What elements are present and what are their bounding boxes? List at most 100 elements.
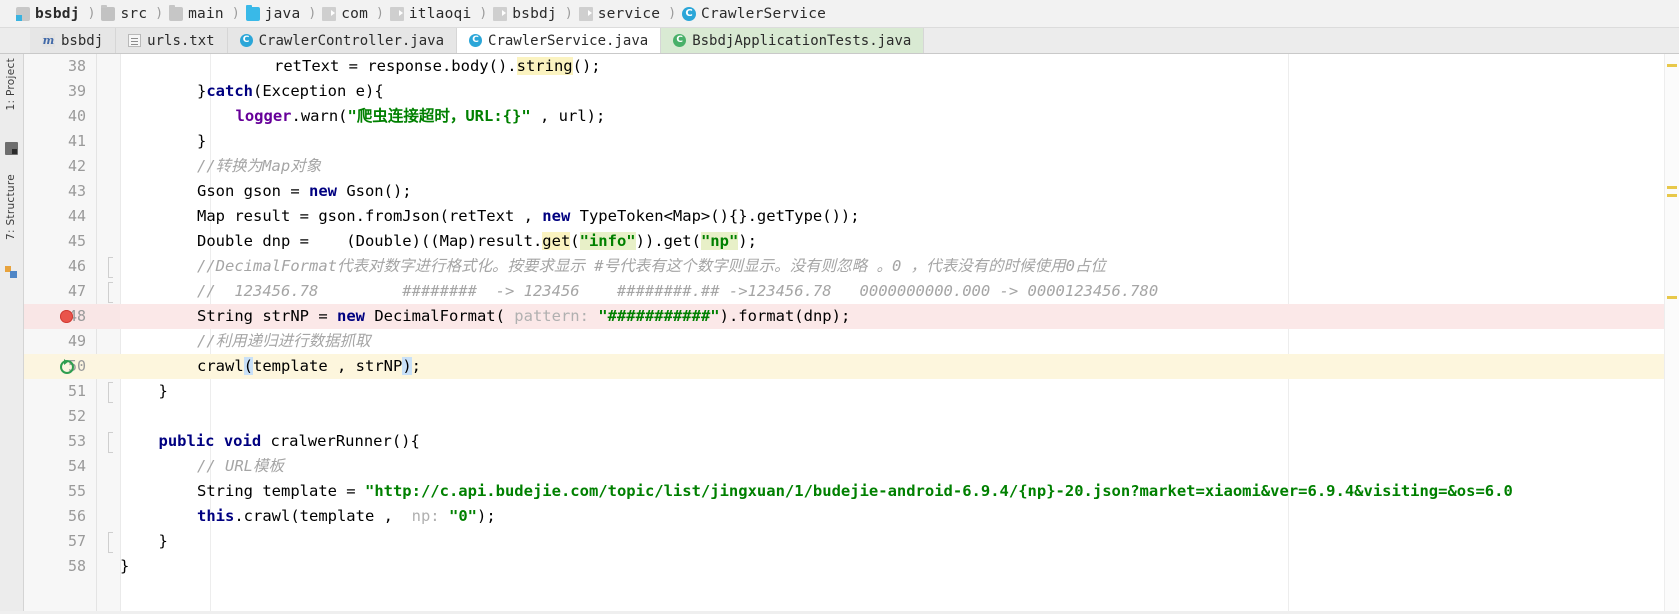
error-stripe[interactable] bbox=[1664, 54, 1679, 614]
code-line[interactable]: 46 //DecimalFormat代表对数字进行格式化。按要求显示 #号代表有这… bbox=[24, 254, 1679, 279]
project-icon bbox=[5, 142, 18, 155]
breadcrumb-item-label: bsbdj bbox=[35, 5, 80, 22]
tab-urls-txt[interactable]: urls.txt bbox=[116, 28, 228, 53]
code-text: }catch(Exception e){ bbox=[197, 82, 384, 100]
line-number: 41 bbox=[67, 132, 86, 150]
line-number: 54 bbox=[67, 457, 86, 475]
java-class-icon bbox=[239, 34, 253, 47]
line-number: 51 bbox=[67, 382, 86, 400]
breadcrumb-separator: ) bbox=[87, 6, 96, 21]
line-number: 56 bbox=[67, 507, 86, 525]
java-test-icon bbox=[673, 34, 687, 47]
code-text: //利用递归进行数据抓取 bbox=[197, 332, 371, 350]
breadcrumb-item-crawlerservice[interactable]: CrawlerService bbox=[678, 3, 832, 25]
java-class-icon bbox=[682, 6, 697, 21]
line-number: 55 bbox=[67, 482, 86, 500]
code-line[interactable]: 45 Double dnp = (Double)((Map)result.get(… bbox=[24, 229, 1679, 254]
line-number: 48 bbox=[67, 307, 86, 325]
code-line[interactable]: 50 crawl(template , strNP); bbox=[24, 354, 1679, 379]
tab-label: CrawlerController.java bbox=[258, 32, 445, 49]
tab-bsbdj[interactable]: bsbdj bbox=[30, 28, 117, 53]
breakpoint-icon[interactable] bbox=[60, 310, 73, 323]
java-class-icon bbox=[469, 34, 483, 47]
breadcrumb-separator: ) bbox=[231, 6, 240, 21]
code-line[interactable]: 49 //利用递归进行数据抓取 bbox=[24, 329, 1679, 354]
tab-bsbdjapplicationtests-java[interactable]: BsbdjApplicationTests.java bbox=[661, 28, 925, 53]
code-text: Double dnp = (Double)((Map)result.get("i… bbox=[197, 232, 757, 250]
code-text: String strNP = new DecimalFormat( patter… bbox=[197, 307, 851, 325]
code-line[interactable]: 58} bbox=[24, 554, 1679, 579]
code-line[interactable]: 41} bbox=[24, 129, 1679, 154]
breadcrumb-item-module[interactable]: bsbdj bbox=[12, 3, 86, 25]
line-number: 43 bbox=[67, 182, 86, 200]
tab-crawlerservice-java[interactable]: CrawlerService.java bbox=[457, 28, 662, 53]
line-number: 39 bbox=[67, 82, 86, 100]
code-text: retText = response.body().string(); bbox=[274, 57, 601, 75]
fold-handle-icon[interactable] bbox=[106, 379, 113, 404]
code-editor[interactable]: 38 retText = response.body().string(); 39}… bbox=[24, 54, 1679, 614]
breadcrumb-item-com[interactable]: com bbox=[318, 3, 374, 25]
line-number: 42 bbox=[67, 157, 86, 175]
breadcrumb-item-main[interactable]: main bbox=[165, 3, 230, 25]
breadcrumb-separator: ) bbox=[479, 6, 488, 21]
fold-handle-icon[interactable] bbox=[106, 529, 113, 554]
line-number: 47 bbox=[67, 282, 86, 300]
line-number: 38 bbox=[67, 57, 86, 75]
tab-label: urls.txt bbox=[147, 32, 215, 49]
breadcrumb: bsbdj ) src ) main ) java ) com ) itlaoq… bbox=[0, 0, 1679, 28]
line-number: 44 bbox=[67, 207, 86, 225]
package-icon bbox=[322, 6, 337, 21]
code-line[interactable]: 48 String strNP = new DecimalFormat( patt… bbox=[24, 304, 1679, 329]
code-line[interactable]: 40 logger.warn("爬虫连接超时，URL:{}" , url); bbox=[24, 104, 1679, 129]
fold-handle-icon[interactable] bbox=[106, 429, 113, 454]
tool-window-button-structure[interactable]: 7: Structure bbox=[1, 172, 21, 242]
line-number: 45 bbox=[67, 232, 86, 250]
code-line[interactable]: 38 retText = response.body().string(); bbox=[24, 54, 1679, 79]
code-text: } bbox=[120, 557, 130, 575]
line-number: 50 bbox=[67, 357, 86, 375]
fold-handle-icon[interactable] bbox=[106, 279, 113, 304]
folder-icon bbox=[169, 4, 184, 21]
breadcrumb-item-itlaoqi[interactable]: itlaoqi bbox=[386, 3, 478, 25]
code-line[interactable]: 52 bbox=[24, 404, 1679, 429]
code-line[interactable]: 53 public void cralwerRunner(){ bbox=[24, 429, 1679, 454]
line-number: 53 bbox=[67, 432, 86, 450]
code-line[interactable]: 51} bbox=[24, 379, 1679, 404]
package-icon bbox=[578, 6, 593, 21]
stripe-marker[interactable] bbox=[1667, 194, 1677, 197]
line-number: 46 bbox=[67, 257, 86, 275]
tool-window-button-project[interactable]: 1: Project bbox=[1, 56, 21, 112]
stripe-marker[interactable] bbox=[1667, 64, 1677, 67]
tab-label: CrawlerService.java bbox=[488, 32, 649, 49]
tab-crawlercontroller-java[interactable]: CrawlerController.java bbox=[227, 28, 458, 53]
code-text: } bbox=[158, 382, 168, 400]
code-line[interactable]: 39 }catch(Exception e){ bbox=[24, 79, 1679, 104]
code-line[interactable]: 47 // 123456.78 ######## -> 123456 ######… bbox=[24, 279, 1679, 304]
folder-icon bbox=[101, 4, 116, 21]
fold-handle-icon[interactable] bbox=[106, 254, 113, 279]
code-text: // URL模板 bbox=[197, 457, 284, 475]
code-line[interactable]: 55 String template = "http://c.api.budeji… bbox=[24, 479, 1679, 504]
breadcrumb-separator: ) bbox=[308, 6, 317, 21]
stripe-marker[interactable] bbox=[1667, 296, 1677, 299]
code-line[interactable]: 54 // URL模板 bbox=[24, 454, 1679, 479]
module-icon bbox=[16, 6, 30, 21]
code-line[interactable]: 57} bbox=[24, 529, 1679, 554]
breadcrumb-item-bsbdj-pkg[interactable]: bsbdj bbox=[489, 3, 563, 25]
breadcrumb-separator: ) bbox=[564, 6, 573, 21]
code-line[interactable]: 42 //转换为Map对象 bbox=[24, 154, 1679, 179]
code-line[interactable]: 56 this.crawl(template , np: "0"); bbox=[24, 504, 1679, 529]
breadcrumb-item-service[interactable]: service bbox=[575, 3, 667, 25]
code-text: public void cralwerRunner(){ bbox=[158, 432, 420, 450]
recursive-call-icon[interactable] bbox=[60, 359, 74, 374]
tool-window-stripe-left: 1: Project 7: Structure bbox=[0, 54, 24, 614]
source-folder-icon bbox=[245, 4, 260, 21]
code-line[interactable]: 43 Gson gson = new Gson(); bbox=[24, 179, 1679, 204]
breadcrumb-item-java[interactable]: java bbox=[242, 3, 307, 25]
stripe-marker[interactable] bbox=[1667, 186, 1677, 189]
breadcrumb-item-src[interactable]: src bbox=[97, 3, 153, 25]
package-icon bbox=[493, 6, 508, 21]
code-text: } bbox=[197, 132, 207, 150]
code-text: //转换为Map对象 bbox=[197, 157, 322, 175]
code-line[interactable]: 44 Map result = gson.fromJson(retText , n… bbox=[24, 204, 1679, 229]
